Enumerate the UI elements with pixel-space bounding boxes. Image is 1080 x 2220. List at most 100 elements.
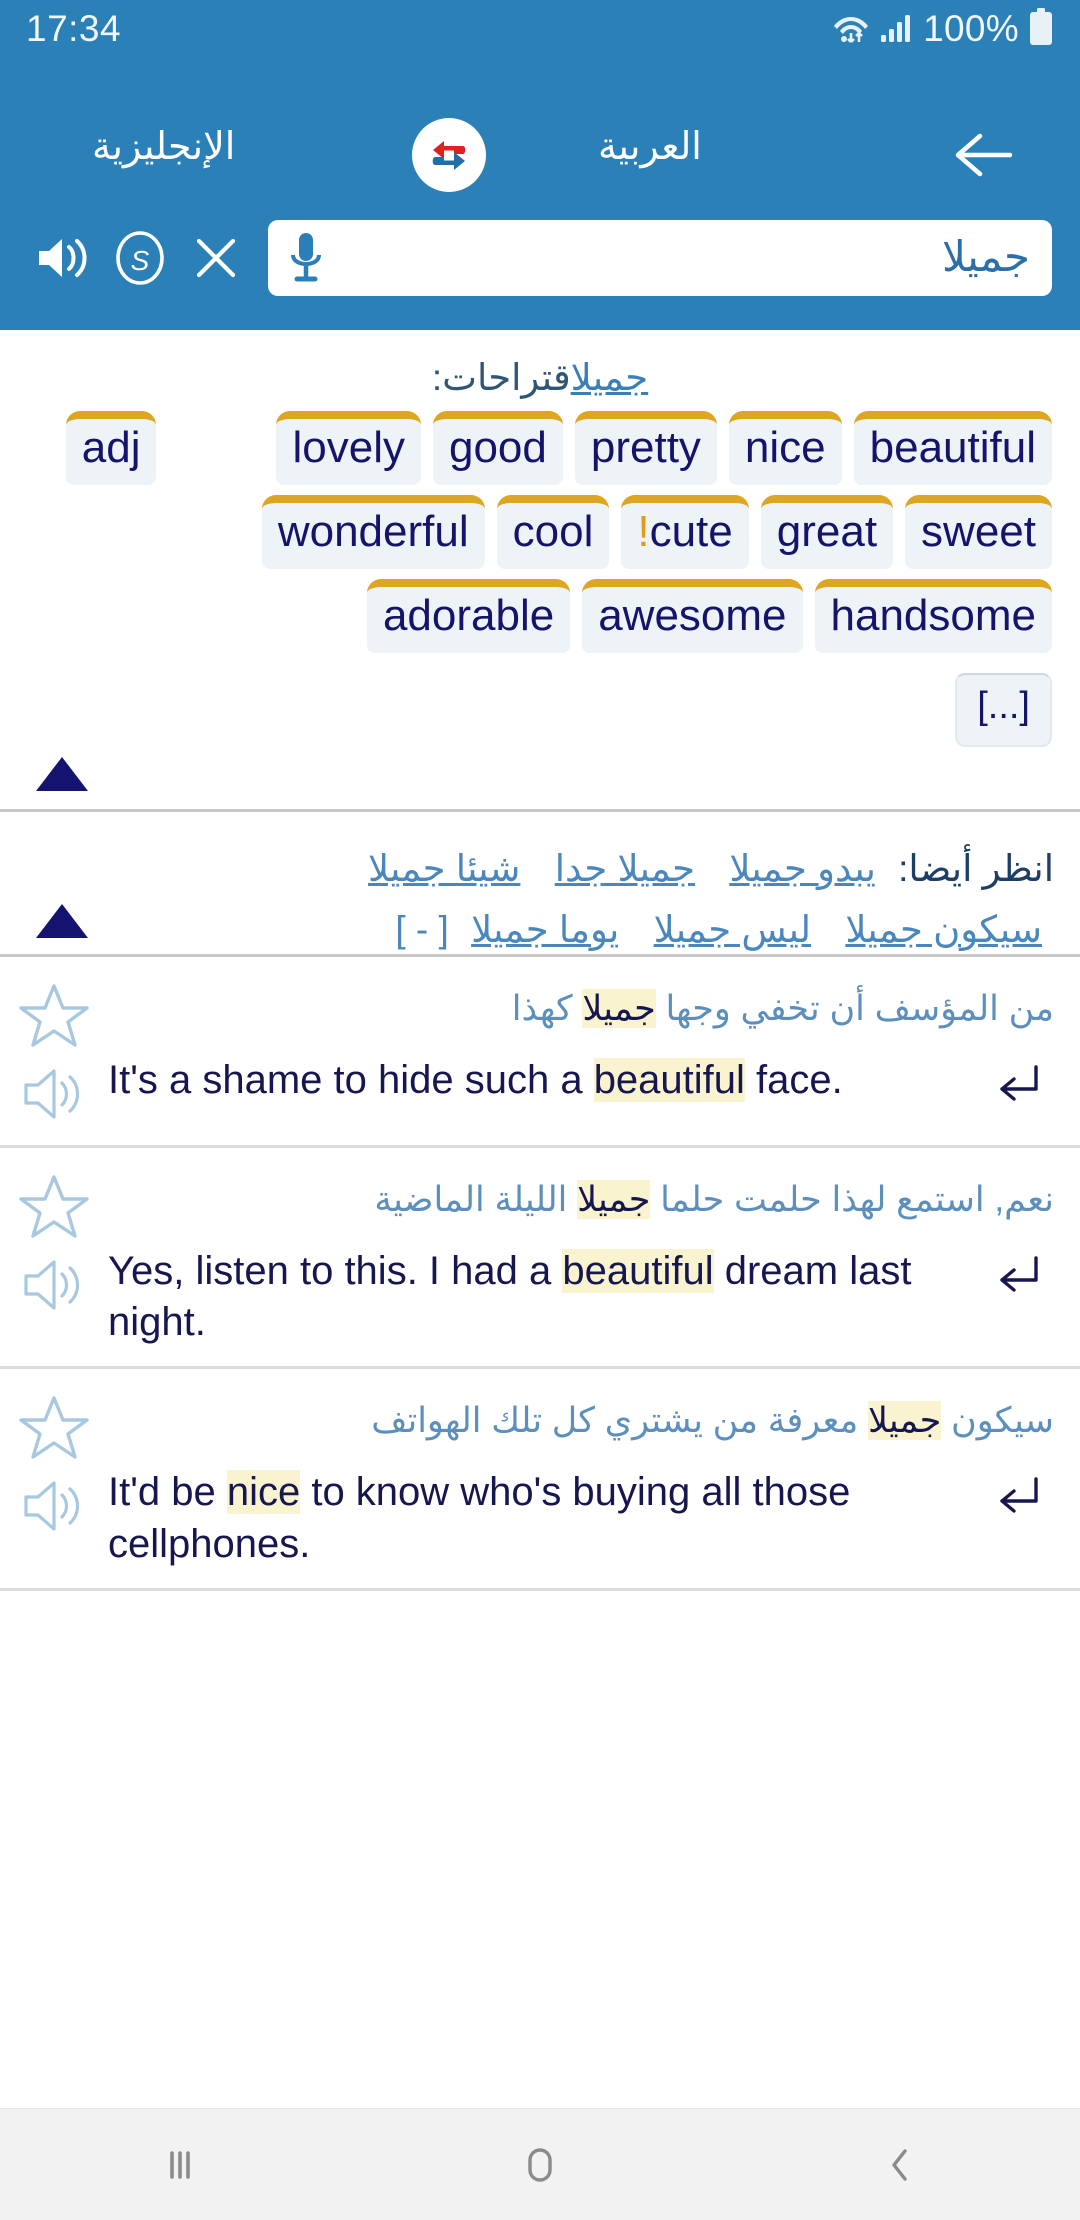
suggestion-chip[interactable]: handsome [814,579,1052,653]
star-outline-icon[interactable] [0,1166,108,1242]
pos-tag-chip[interactable]: adj [65,411,157,485]
source-language-label[interactable]: الإنجليزية [92,124,235,169]
recents-bars-icon[interactable] [80,2109,280,2220]
example-english-row: It's a shame to hide such a beautiful fa… [0,1051,1080,1127]
suggestions-keyword[interactable]: جميل [571,357,649,398]
chip-row-2: wonderful cool ! cute great sweet [28,495,1052,569]
english-before: It'd be [108,1470,227,1515]
microphone-icon[interactable] [284,229,328,287]
example-arabic-text: سيكون جميلا معرفة من يشتري كل تلك الهوات… [108,1387,1054,1448]
english-before: Yes, listen to this. I had a [108,1249,563,1294]
system-nav-bar [0,2108,1080,2220]
suggestions-label-text: اقتراحات: [431,357,571,398]
home-circle-icon[interactable] [440,2109,640,2220]
speaker-icon[interactable] [26,220,102,296]
speaker-outline-icon[interactable] [0,1055,108,1127]
english-before: It's a shame to hide such a [108,1058,594,1103]
example-item: من المؤسف أن تخفي وجها جميلا كهذا It's a… [0,957,1080,1149]
suggestion-chip[interactable]: sweet [905,495,1052,569]
speaker-outline-icon[interactable] [0,1246,108,1318]
suggestion-chip-label: cute [649,507,733,556]
arrow-left-icon[interactable] [946,118,1020,192]
suggestion-chip[interactable]: great [760,495,894,569]
see-also-line-1: انظر أيضا: يبدو جميلا جميلا جدا شيئا جمي… [26,838,1054,899]
suggestion-chip[interactable]: awesome [582,579,803,653]
example-arabic-row: نعم, استمع لهذا حلمت حلما جميلا الليلة ا… [0,1166,1080,1242]
see-also-link[interactable]: ليس جميلا [654,909,811,950]
reverso-swap-arrows-icon[interactable] [412,118,486,192]
arabic-highlight: جميلا [582,989,656,1029]
chip-row-3: adorable awesome handsome [28,579,1052,653]
english-highlight: beautiful [593,1058,745,1103]
example-arabic-text: نعم, استمع لهذا حلمت حلما جميلا الليلة ا… [108,1166,1054,1227]
see-also-link[interactable]: يبدو جميلا [729,848,876,889]
star-outline-icon[interactable] [0,975,108,1051]
language-bar: الإنجليزية العربية [0,58,1080,208]
suggestion-chip[interactable]: adorable [366,579,571,653]
return-arrow-icon[interactable] [980,1055,1054,1107]
search-input-value[interactable]: جميلا [328,232,1030,285]
arabic-before: سيكون [941,1401,1054,1441]
see-also-label: انظر أيضا: [898,848,1054,889]
target-language-label[interactable]: العربية [598,124,702,169]
search-row: S جميلا [0,208,1080,330]
status-time: 17:34 [26,8,122,49]
example-english-text: It's a shame to hide such a beautiful fa… [108,1055,980,1106]
speaker-outline-icon[interactable] [0,1467,108,1539]
see-also-link[interactable]: سيكون جميلا [845,909,1042,950]
example-english-text: Yes, listen to this. I had a beautiful d… [108,1246,980,1348]
more-suggestions-button[interactable]: [...] [955,673,1052,747]
triangle-up-icon [36,904,88,939]
arabic-highlight: جميلا [867,1401,942,1441]
example-english-text: It'd be nice to know who's buying all th… [108,1467,980,1569]
example-english-row: It'd be nice to know who's buying all th… [0,1463,1080,1569]
english-highlight: beautiful [562,1249,714,1294]
see-also-link[interactable]: شيئا جميلا [368,848,520,889]
return-arrow-icon[interactable] [980,1246,1054,1298]
suggestions-collapse-button[interactable] [0,747,1080,809]
wifi-icon [831,8,871,51]
suggestion-chip[interactable]: beautiful [853,411,1052,485]
suggestion-chip[interactable]: pretty [574,411,717,485]
example-arabic-text: من المؤسف أن تخفي وجها جميلا كهذا [108,975,1054,1036]
search-input[interactable]: جميلا [268,220,1052,296]
more-suggestions-row: [...] [0,663,1080,747]
see-also-brackets[interactable]: [ - ] [395,909,448,950]
suggestion-chip[interactable]: lovely [276,411,421,485]
see-also-link[interactable]: جميلا جدا [555,848,695,889]
example-arabic-row: سيكون جميلا معرفة من يشتري كل تلك الهوات… [0,1387,1080,1463]
arabic-after: معرفة من يشتري كل تلك الهواتف [371,1401,868,1441]
signal-icon [880,11,914,48]
app-header: الإنجليزية العربية S جميلا [0,58,1080,330]
return-arrow-icon[interactable] [980,1467,1054,1519]
battery-icon [1028,7,1054,51]
back-chevron-icon[interactable] [800,2109,1000,2220]
battery-percent: 100% [923,8,1019,49]
example-english-row: Yes, listen to this. I had a beautiful d… [0,1242,1080,1348]
flag-marker: ! [637,507,650,556]
arabic-after: كهذا [511,989,583,1029]
arabic-highlight: جميلا [577,1180,651,1220]
suggestion-chip[interactable]: wonderful [261,495,485,569]
example-arabic-row: من المؤسف أن تخفي وجها جميلا كهذا [0,975,1080,1051]
app-root: 17:34 100% الإنجليزية العربية S جميلا جم… [0,0,1080,2220]
status-indicators: 100% [831,7,1054,51]
status-bar: 17:34 100% [0,0,1080,58]
suggestion-chip[interactable]: good [432,411,563,485]
suggestion-chip[interactable]: nice [728,411,842,485]
see-also-section: انظر أيضا: يبدو جميلا جميلا جدا شيئا جمي… [0,812,1080,958]
example-item: نعم, استمع لهذا حلمت حلما جميلا الليلة ا… [0,1148,1080,1370]
close-x-icon[interactable] [178,220,254,296]
main-content: جميلاقتراحات: adj lovely good pretty nic… [0,330,1080,2108]
chip-row-1: adj lovely good pretty nice beautiful [28,411,1052,485]
arabic-after: الليلة الماضية [374,1180,578,1220]
spellcheck-s-icon[interactable]: S [102,220,178,296]
suggestion-chip[interactable]: cool [496,495,610,569]
suggestion-chip-flagged[interactable]: ! cute [621,495,749,569]
star-outline-icon[interactable] [0,1387,108,1463]
see-also-link[interactable]: يوما جميلا [471,909,619,950]
arabic-before: نعم, استمع لهذا حلمت حلما [650,1180,1054,1220]
chip-spacer [168,411,264,485]
triangle-up-icon [36,757,88,791]
english-after: face. [744,1058,843,1103]
